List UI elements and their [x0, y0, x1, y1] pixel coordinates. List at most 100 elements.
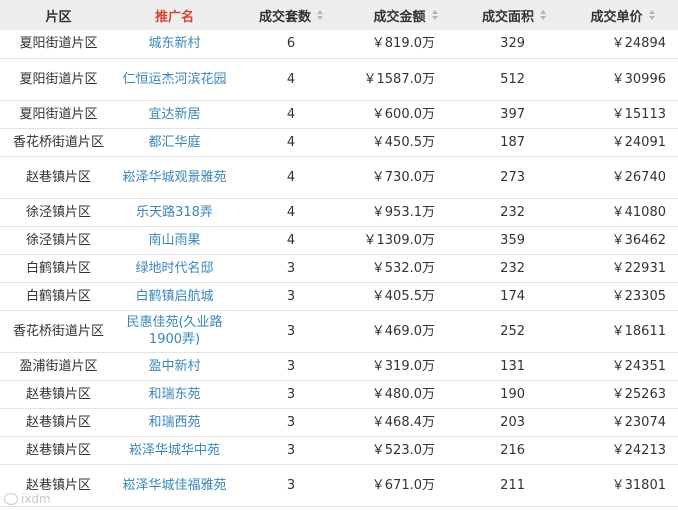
column-header-amount[interactable]: 成交金额: [350, 0, 461, 30]
cell-size: 359: [500, 232, 525, 248]
cell-project: 绿地时代名邸: [117, 254, 232, 282]
cell-count: 3: [286, 260, 296, 276]
project-link[interactable]: 乐天路318弄: [136, 205, 213, 220]
column-header-size[interactable]: 成交面积: [461, 0, 567, 30]
cell-area: 徐泾镇片区: [25, 232, 91, 248]
cell-amount: ￥450.5万: [371, 134, 435, 150]
cell-project: 白鹤镇启航城: [117, 282, 232, 310]
cell-size: 187: [500, 134, 525, 150]
cell-size: 131: [500, 358, 525, 374]
table-row: 盈浦街道片区 盈中新村 3 ￥319.0万 131 ￥24351: [0, 352, 678, 380]
cell-count: 4: [286, 169, 296, 185]
cell-project: 都汇华庭: [117, 128, 232, 156]
table-row: 夏阳街道片区 宜达新居 4 ￥600.0万 397 ￥15113: [0, 100, 678, 128]
table-header-row: 片区 推广名 成交套数 成交金额 成交面积 成交单价: [0, 0, 678, 30]
project-link[interactable]: 和瑞东苑: [148, 387, 200, 402]
column-header-price-label: 成交单价: [590, 9, 643, 25]
cell-area: 赵巷镇片区: [25, 442, 91, 458]
project-link[interactable]: 南山雨果: [148, 233, 200, 248]
project-link[interactable]: 崧泽华城华中苑: [129, 443, 220, 458]
table-row: 赵巷镇片区 和瑞东苑 3 ￥480.0万 190 ￥25263: [0, 380, 678, 408]
cell-price: ￥31801: [611, 477, 666, 493]
project-link[interactable]: 白鹤镇启航城: [135, 289, 213, 304]
table-row: 夏阳街道片区 城东新村 6 ￥819.0万 329 ￥24894: [0, 30, 678, 58]
cell-project: 崧泽华城华中苑: [117, 436, 232, 464]
table-row: 赵巷镇片区 崧泽华城佳福雅苑 3 ￥671.0万 211 ￥31801: [0, 464, 678, 506]
cell-area: 赵巷镇片区: [25, 414, 91, 430]
cell-amount: ￥480.0万: [371, 386, 435, 402]
column-header-price[interactable]: 成交单价: [567, 0, 678, 30]
cell-size: 232: [500, 204, 525, 220]
cell-area: 香花桥街道片区: [12, 134, 104, 150]
cell-price: ￥22931: [611, 260, 666, 276]
project-link[interactable]: 民惠佳苑(久业路1900弄): [126, 315, 222, 347]
cell-area: 夏阳街道片区: [19, 36, 98, 52]
cell-price: ￥23074: [611, 414, 666, 430]
cell-project: 仁恒运杰河滨花园: [117, 58, 232, 100]
cell-size: 252: [500, 323, 525, 339]
table-row: 香花桥街道片区 都汇华庭 4 ￥450.5万 187 ￥24091: [0, 128, 678, 156]
cell-amount: ￥953.1万: [371, 204, 435, 220]
sort-icon[interactable]: [317, 10, 323, 20]
cell-area: 香花桥街道片区: [12, 323, 104, 339]
cell-project: 崧泽华城观景雅苑: [117, 156, 232, 198]
project-link[interactable]: 绿地时代名邸: [135, 261, 213, 276]
cell-count: 3: [286, 323, 296, 339]
cell-amount: ￥1309.0万: [363, 232, 436, 248]
cell-count: 3: [286, 414, 296, 430]
cell-amount: ￥405.5万: [371, 288, 435, 304]
watermark: ixdm: [4, 492, 51, 506]
project-link[interactable]: 盈中新村: [148, 359, 200, 374]
cell-project: 和瑞西苑: [117, 408, 232, 436]
column-header-size-label: 成交面积: [481, 9, 534, 25]
cell-price: ￥15113: [611, 106, 666, 122]
table-row: 香花桥街道片区 民惠佳苑(久业路1900弄) 3 ￥469.0万 252 ￥18…: [0, 310, 678, 352]
cell-price: ￥24351: [611, 358, 666, 374]
project-link[interactable]: 都汇华庭: [148, 135, 200, 150]
cell-count: 4: [286, 204, 296, 220]
table-row: 赵巷镇片区 和瑞西苑 3 ￥468.4万 203 ￥23074: [0, 408, 678, 436]
sort-icon[interactable]: [431, 10, 438, 20]
cell-count: 4: [286, 71, 296, 87]
cell-price: ￥26740: [611, 169, 666, 185]
table-row: 徐泾镇片区 乐天路318弄 4 ￥953.1万 232 ￥41080: [0, 198, 678, 226]
cell-amount: ￥819.0万: [371, 36, 435, 52]
cell-size: 190: [500, 386, 525, 402]
table-row: 赵巷镇片区 崧泽华城华中苑 3 ￥523.0万 216 ￥24213: [0, 436, 678, 464]
transactions-table: 片区 推广名 成交套数 成交金额 成交面积 成交单价 夏阳街道片区 城东新村 6…: [0, 0, 678, 507]
cell-project: 南山雨果: [117, 226, 232, 254]
watermark-icon: [4, 493, 18, 505]
column-header-count[interactable]: 成交套数: [232, 0, 350, 30]
project-link[interactable]: 崧泽华城观景雅苑: [122, 170, 226, 185]
cell-area: 徐泾镇片区: [25, 204, 91, 220]
project-link[interactable]: 和瑞西苑: [148, 415, 200, 430]
cell-amount: ￥469.0万: [371, 323, 435, 339]
table-row: 白鹤镇片区 绿地时代名邸 3 ￥532.0万 232 ￥22931: [0, 254, 678, 282]
cell-area: 白鹤镇片区: [25, 288, 91, 304]
cell-amount: ￥600.0万: [371, 106, 435, 122]
sort-icon[interactable]: [540, 10, 546, 20]
cell-price: ￥24894: [611, 36, 666, 52]
cell-size: 211: [500, 477, 525, 493]
table-row: 赵巷镇片区 崧泽华城观景雅苑 4 ￥730.0万 273 ￥26740: [0, 156, 678, 198]
cell-amount: ￥1587.0万: [363, 71, 436, 87]
project-link[interactable]: 崧泽华城佳福雅苑: [122, 478, 226, 493]
watermark-text: ixdm: [21, 492, 51, 506]
project-link[interactable]: 宜达新居: [148, 107, 200, 122]
cell-amount: ￥730.0万: [371, 169, 435, 185]
column-header-count-label: 成交套数: [258, 9, 311, 25]
cell-area: 赵巷镇片区: [25, 386, 91, 402]
cell-amount: ￥532.0万: [371, 260, 435, 276]
cell-count: 3: [286, 477, 296, 493]
cell-price: ￥25263: [611, 386, 666, 402]
project-link[interactable]: 仁恒运杰河滨花园: [122, 72, 226, 87]
cell-area: 赵巷镇片区: [25, 169, 91, 185]
cell-project: 城东新村: [117, 30, 232, 58]
cell-size: 232: [500, 260, 525, 276]
cell-size: 329: [500, 36, 525, 52]
sort-icon[interactable]: [648, 10, 655, 20]
cell-size: 273: [500, 169, 525, 185]
project-link[interactable]: 城东新村: [148, 36, 200, 51]
cell-area: 夏阳街道片区: [19, 71, 98, 87]
column-header-project[interactable]: 推广名: [117, 0, 232, 30]
